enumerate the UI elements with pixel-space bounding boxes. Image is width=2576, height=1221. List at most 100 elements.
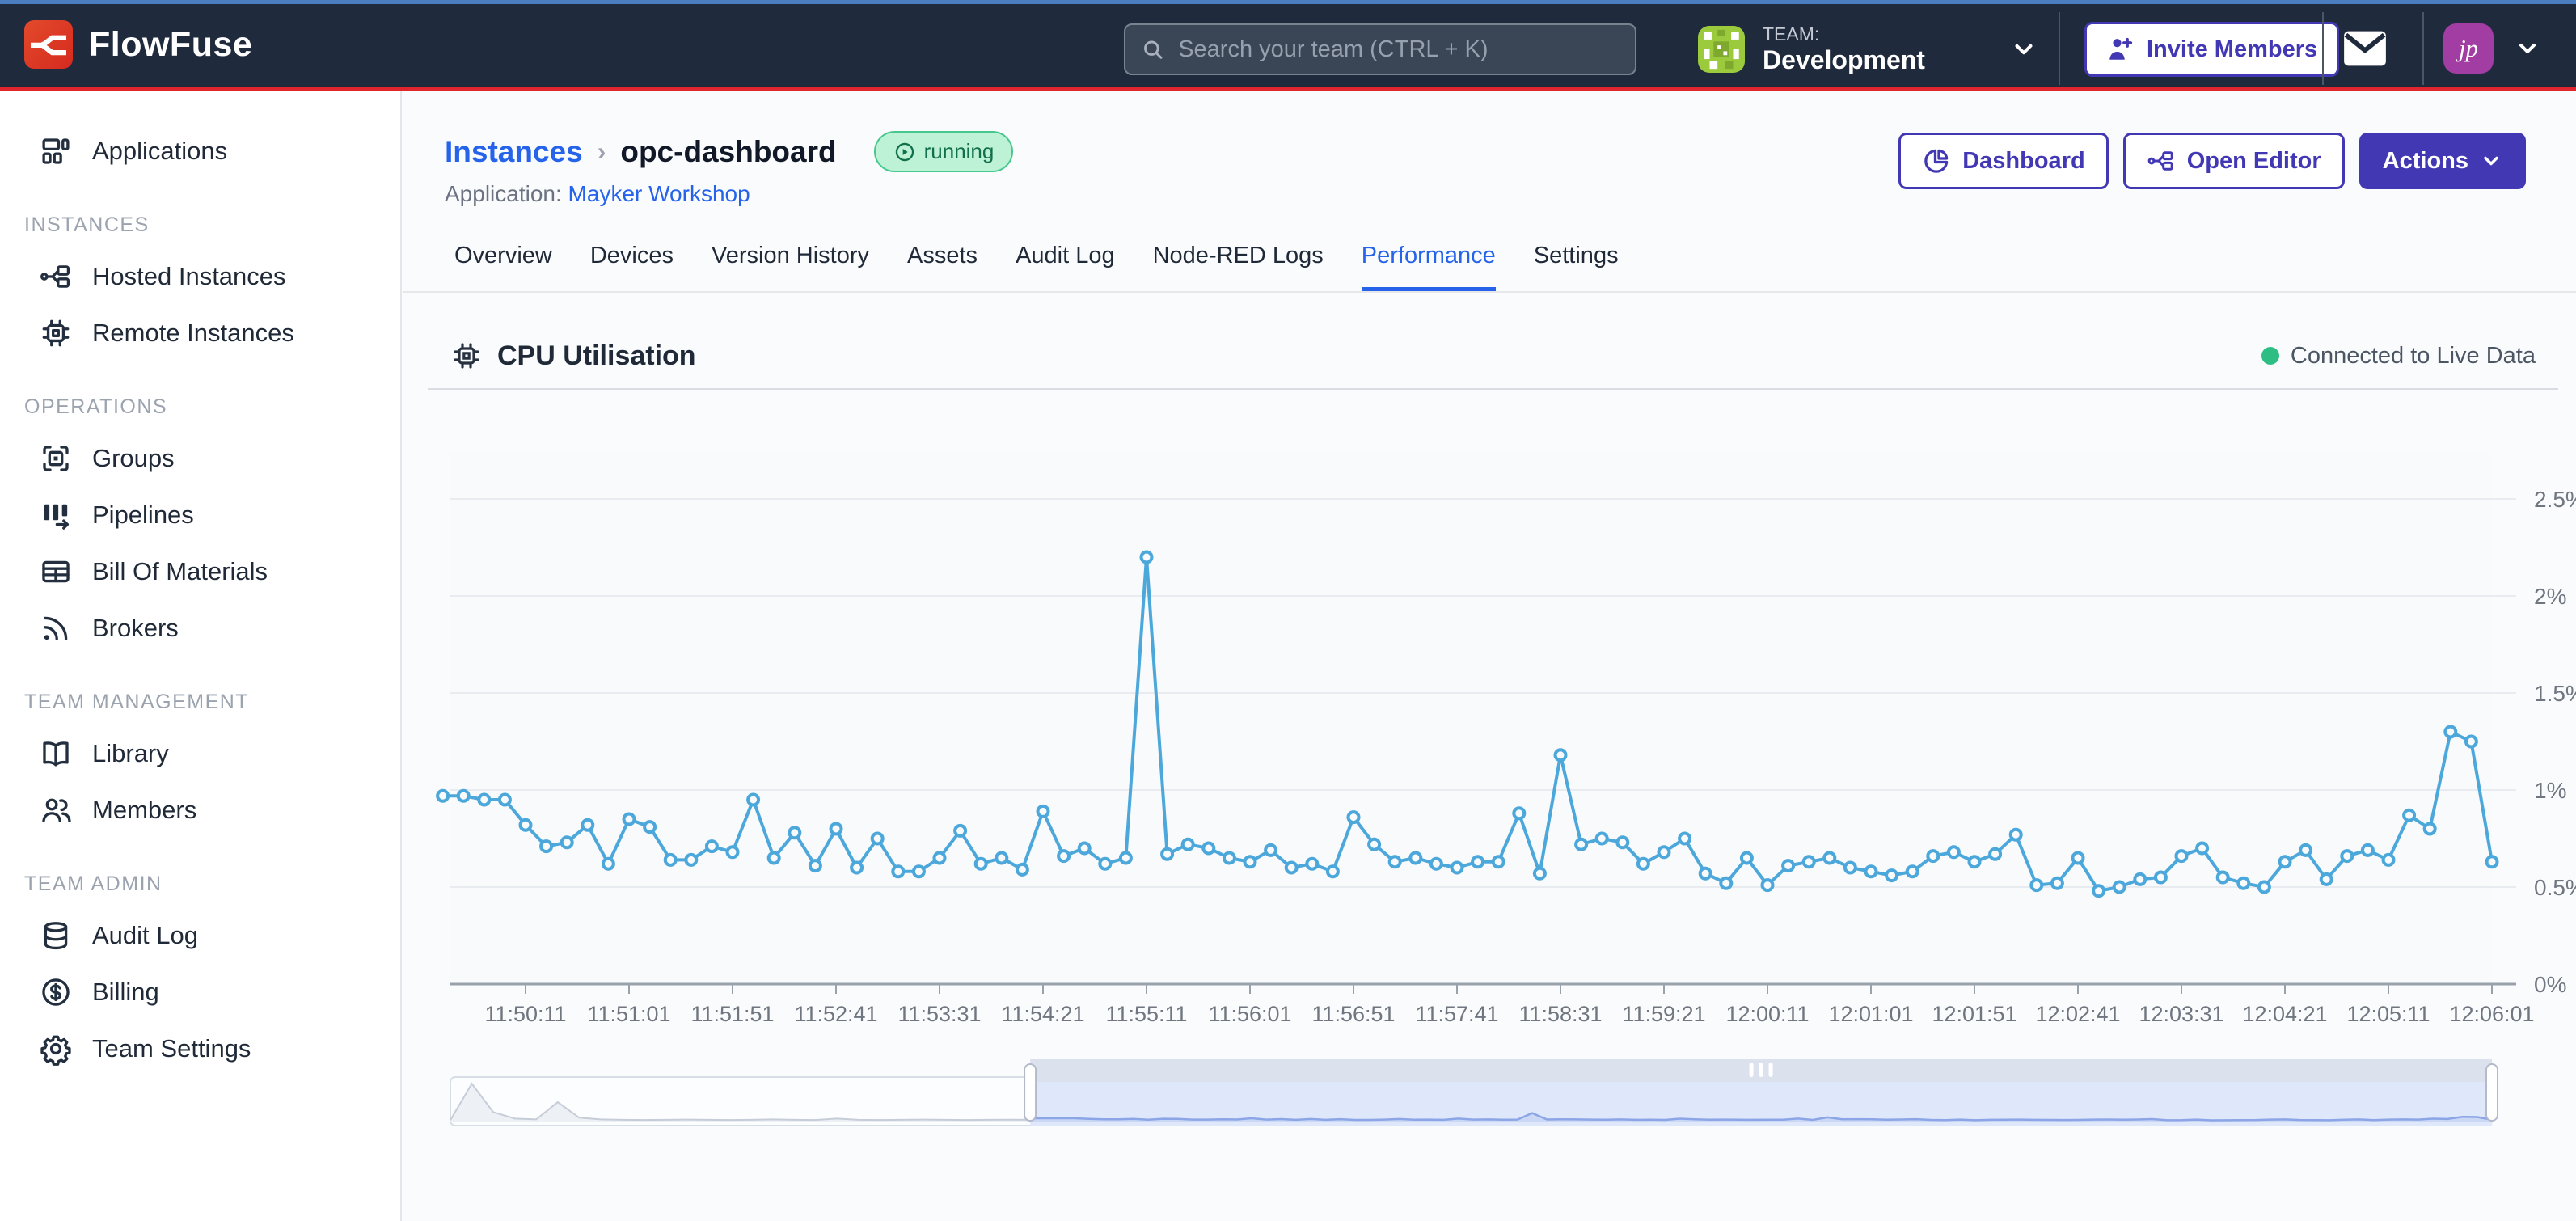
sidebar-item-applications[interactable]: Applications — [0, 123, 400, 180]
team-name: Development — [1763, 45, 1925, 75]
sidebar-item-bill-of-materials[interactable]: Bill Of Materials — [0, 543, 400, 600]
actions-chevron-down-icon — [2480, 150, 2502, 172]
svg-text:11:58:31: 11:58:31 — [1518, 1002, 1602, 1026]
team-selector[interactable]: TEAM: Development — [1698, 17, 2038, 82]
invite-members-button[interactable]: Invite Members — [2084, 22, 2339, 77]
sidebar-item-pipelines[interactable]: Pipelines — [0, 487, 400, 543]
audit-log-icon — [39, 919, 73, 953]
tab-performance[interactable]: Performance — [1362, 243, 1496, 291]
user-plus-icon — [2106, 35, 2135, 64]
sidebar-item-label: Team Settings — [92, 1034, 251, 1063]
status-badge-label: running — [924, 139, 995, 164]
sidebar-item-brokers[interactable]: Brokers — [0, 600, 400, 657]
tab-devices[interactable]: Devices — [590, 243, 674, 291]
billing-icon — [39, 975, 73, 1009]
tab-overview[interactable]: Overview — [454, 243, 552, 291]
sidebar-item-label: Remote Instances — [92, 319, 294, 348]
brush-right-handle[interactable] — [2486, 1064, 2498, 1121]
svg-text:12:05:11: 12:05:11 — [2346, 1002, 2430, 1026]
mail-icon[interactable] — [2343, 30, 2387, 67]
team-chevron-down-icon — [2010, 36, 2038, 63]
fork-icon — [2147, 146, 2176, 175]
members-icon — [39, 793, 73, 827]
svg-text:11:50:11: 11:50:11 — [484, 1002, 566, 1026]
play-circle-icon — [893, 141, 916, 163]
header-divider — [2422, 12, 2424, 85]
sidebar-item-team-settings[interactable]: Team Settings — [0, 1020, 400, 1077]
user-menu[interactable]: jp — [2443, 23, 2540, 74]
sidebar-item-library[interactable]: Library — [0, 725, 400, 782]
page-title: opc-dashboard — [620, 135, 836, 169]
sidebar-item-remote-instances[interactable]: Remote Instances — [0, 305, 400, 361]
sidebar-item-label: Library — [92, 739, 169, 768]
user-avatar: jp — [2443, 23, 2494, 74]
team-label: TEAM: — [1763, 23, 1925, 44]
breadcrumb-separator: › — [598, 137, 606, 167]
team-search[interactable] — [1124, 23, 1636, 75]
sidebar-item-hosted-instances[interactable]: Hosted Instances — [0, 248, 400, 305]
svg-text:12:03:31: 12:03:31 — [2139, 1002, 2223, 1026]
flowfuse-app: FlowFuse TEAM: Dev — [0, 0, 2576, 1221]
instance-actions: Dashboard Open Editor Actions — [1898, 133, 2526, 189]
sidebar-item-label: Hosted Instances — [92, 262, 286, 291]
sidebar-item-label: Pipelines — [92, 501, 194, 530]
main-content: Instances › opc-dashboard running Applic… — [403, 91, 2576, 1221]
sidebar-section-label: TEAM ADMIN — [24, 872, 400, 896]
team-settings-icon — [39, 1032, 73, 1066]
sidebar-item-label: Billing — [92, 978, 159, 1007]
tab-assets[interactable]: Assets — [907, 243, 978, 291]
svg-text:12:02:41: 12:02:41 — [2035, 1002, 2120, 1026]
tab-settings[interactable]: Settings — [1534, 243, 1619, 291]
breadcrumb: Instances › opc-dashboard running — [445, 131, 1013, 172]
pipelines-icon — [39, 498, 73, 532]
svg-text:12:00:11: 12:00:11 — [1725, 1002, 1809, 1026]
groups-icon — [39, 442, 73, 475]
actions-button[interactable]: Actions — [2359, 133, 2526, 189]
applications-icon — [39, 134, 73, 168]
sidebar-item-members[interactable]: Members — [0, 782, 400, 839]
dashboard-button[interactable]: Dashboard — [1898, 133, 2108, 189]
chart-divider — [428, 388, 2558, 390]
live-status-label: Connected to Live Data — [2291, 343, 2536, 370]
chart-title: CPU Utilisation — [497, 340, 696, 372]
user-chevron-down-icon — [2515, 36, 2540, 61]
svg-text:0%: 0% — [2534, 972, 2566, 997]
sidebar-item-groups[interactable]: Groups — [0, 430, 400, 487]
chart-header: CPU Utilisation Connected to Live Data — [450, 333, 2536, 378]
sidebar-item-label: Groups — [92, 444, 175, 473]
tab-audit-log[interactable]: Audit Log — [1016, 243, 1115, 291]
svg-text:12:04:21: 12:04:21 — [2242, 1002, 2327, 1026]
status-badge: running — [874, 131, 1014, 172]
chart-range-brush[interactable] — [403, 1043, 2576, 1148]
brand-name: FlowFuse — [89, 25, 252, 65]
breadcrumb-instances-link[interactable]: Instances — [445, 135, 583, 169]
sidebar-item-label: Audit Log — [92, 921, 198, 950]
svg-text:11:55:11: 11:55:11 — [1105, 1002, 1187, 1026]
sidebar-item-billing[interactable]: Billing — [0, 964, 400, 1020]
svg-text:2%: 2% — [2534, 584, 2566, 609]
sidebar-item-audit-log[interactable]: Audit Log — [0, 907, 400, 964]
search-input[interactable] — [1176, 36, 1620, 64]
remote-instances-icon — [39, 316, 73, 350]
sidebar-item-label: Brokers — [92, 614, 179, 643]
svg-text:1%: 1% — [2534, 778, 2566, 803]
dashboard-button-label: Dashboard — [1962, 148, 2084, 175]
sidebar-item-label: Bill Of Materials — [92, 557, 268, 586]
application-link[interactable]: Mayker Workshop — [568, 181, 750, 206]
search-icon — [1140, 36, 1165, 63]
brush-left-handle[interactable] — [1024, 1064, 1036, 1121]
flowfuse-logo[interactable]: FlowFuse — [24, 20, 252, 69]
team-avatar — [1698, 26, 1745, 73]
flowfuse-logo-icon — [24, 20, 73, 69]
svg-text:2.5%: 2.5% — [2534, 487, 2576, 512]
svg-text:1.5%: 1.5% — [2534, 681, 2576, 706]
pie-chart-icon — [1922, 146, 1951, 175]
tab-version-history[interactable]: Version History — [712, 243, 869, 291]
application-line: Application: Mayker Workshop — [445, 181, 750, 207]
invite-members-label: Invite Members — [2147, 36, 2317, 63]
tab-node-red-logs[interactable]: Node-RED Logs — [1153, 243, 1324, 291]
open-editor-button[interactable]: Open Editor — [2123, 133, 2345, 189]
top-navbar: FlowFuse TEAM: Dev — [0, 0, 2576, 91]
svg-text:11:54:21: 11:54:21 — [1001, 1002, 1084, 1026]
instance-tabs: Overview Devices Version History Assets Audi… — [403, 230, 2576, 293]
